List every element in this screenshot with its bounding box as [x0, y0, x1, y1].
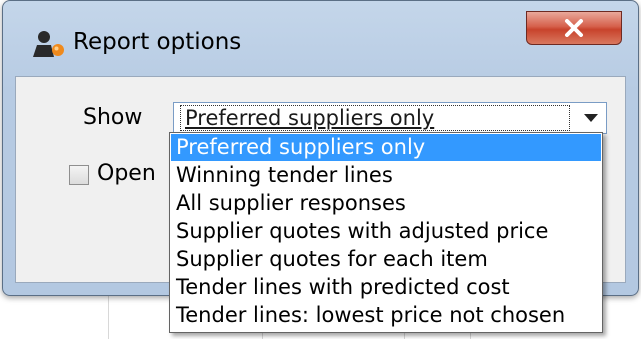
report-person-icon: [33, 31, 64, 57]
dropdown-option[interactable]: Winning tender lines: [171, 162, 601, 189]
show-label: Show: [83, 105, 143, 130]
show-select[interactable]: Preferred suppliers only: [173, 102, 607, 134]
dropdown-option[interactable]: Tender lines with predicted cost: [171, 274, 601, 301]
dropdown-option[interactable]: All supplier responses: [171, 190, 601, 217]
dropdown-option[interactable]: Preferred suppliers only: [171, 134, 601, 161]
dropdown-option[interactable]: Supplier quotes with adjusted price: [171, 218, 601, 245]
title-bar: Report options: [3, 1, 638, 79]
dialog-title: Report options: [73, 29, 242, 55]
dropdown-option[interactable]: Supplier quotes for each item: [171, 246, 601, 273]
open-checkbox-label: Open: [97, 161, 156, 186]
show-select-value: Preferred suppliers only: [180, 105, 570, 131]
close-button[interactable]: [526, 11, 622, 45]
close-icon: [565, 19, 583, 37]
show-dropdown-list: Preferred suppliers only Winning tender …: [169, 132, 603, 333]
open-checkbox[interactable]: [69, 165, 89, 185]
chevron-down-icon[interactable]: [584, 114, 598, 122]
dropdown-option[interactable]: Tender lines: lowest price not chosen: [171, 302, 601, 329]
